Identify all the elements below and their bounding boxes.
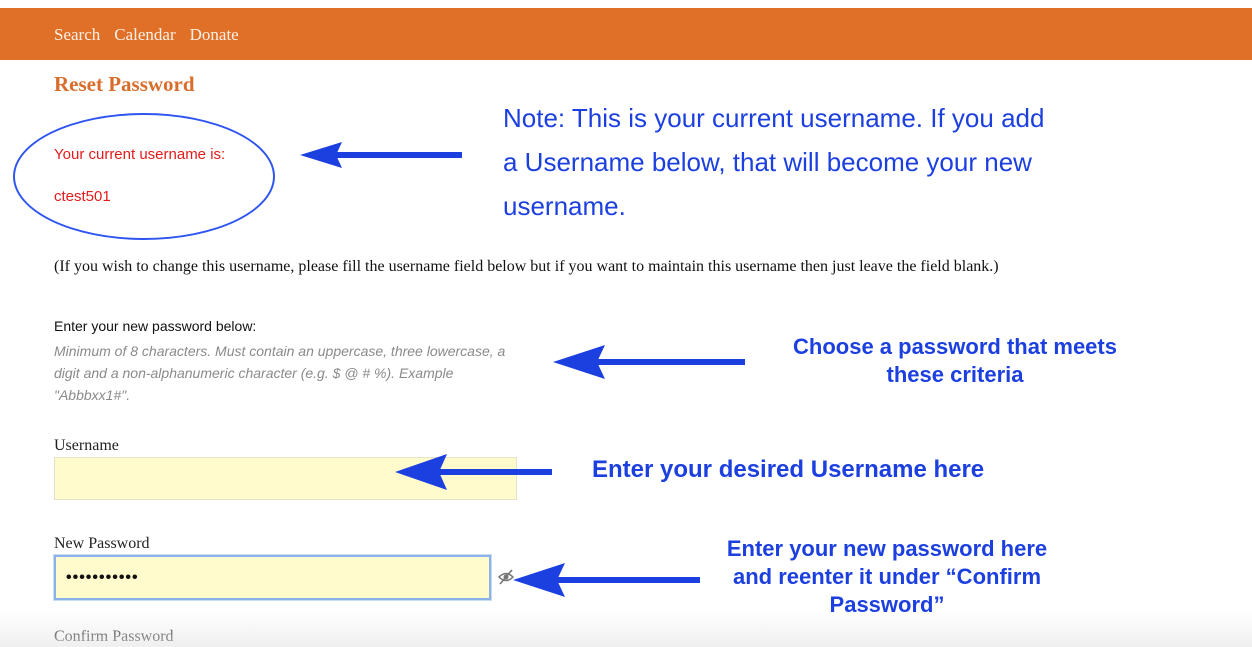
top-nav-bar: Search Calendar Donate bbox=[0, 8, 1252, 60]
nav-donate-link[interactable]: Donate bbox=[190, 25, 239, 45]
left-arrow-icon bbox=[395, 454, 552, 490]
password-criteria-annotation: Choose a password that meets these crite… bbox=[793, 334, 1117, 387]
password-section-heading: Enter your new password below: bbox=[54, 318, 257, 334]
confirm-password-label: Confirm Password bbox=[54, 628, 174, 645]
left-arrow-icon bbox=[553, 345, 745, 379]
username-annotation: Enter your desired Username here bbox=[592, 456, 985, 483]
username-note-annotation: Note: This is your current username. If … bbox=[503, 103, 1045, 221]
page-title: Reset Password bbox=[54, 72, 195, 96]
password-requirements-text: Minimum of 8 characters. Must contain an… bbox=[54, 343, 506, 403]
new-password-input[interactable]: ••••••••••• bbox=[54, 555, 491, 600]
highlight-ellipse bbox=[13, 113, 275, 240]
left-arrow-icon bbox=[300, 142, 462, 168]
username-label: Username bbox=[54, 437, 119, 454]
bottom-fade bbox=[0, 612, 1252, 647]
new-password-annotation: Enter your new password here and reenter… bbox=[726, 536, 1048, 617]
left-arrow-icon bbox=[513, 563, 700, 597]
nav-calendar-link[interactable]: Calendar bbox=[114, 25, 175, 45]
username-change-hint: (If you wish to change this username, pl… bbox=[54, 258, 999, 275]
current-username-value: ctest501 bbox=[54, 188, 111, 205]
nav-search-link[interactable]: Search bbox=[54, 25, 100, 45]
top-nav: Search Calendar Donate bbox=[54, 25, 239, 45]
current-username-label: Your current username is: bbox=[54, 146, 226, 163]
new-password-label: New Password bbox=[54, 535, 150, 552]
